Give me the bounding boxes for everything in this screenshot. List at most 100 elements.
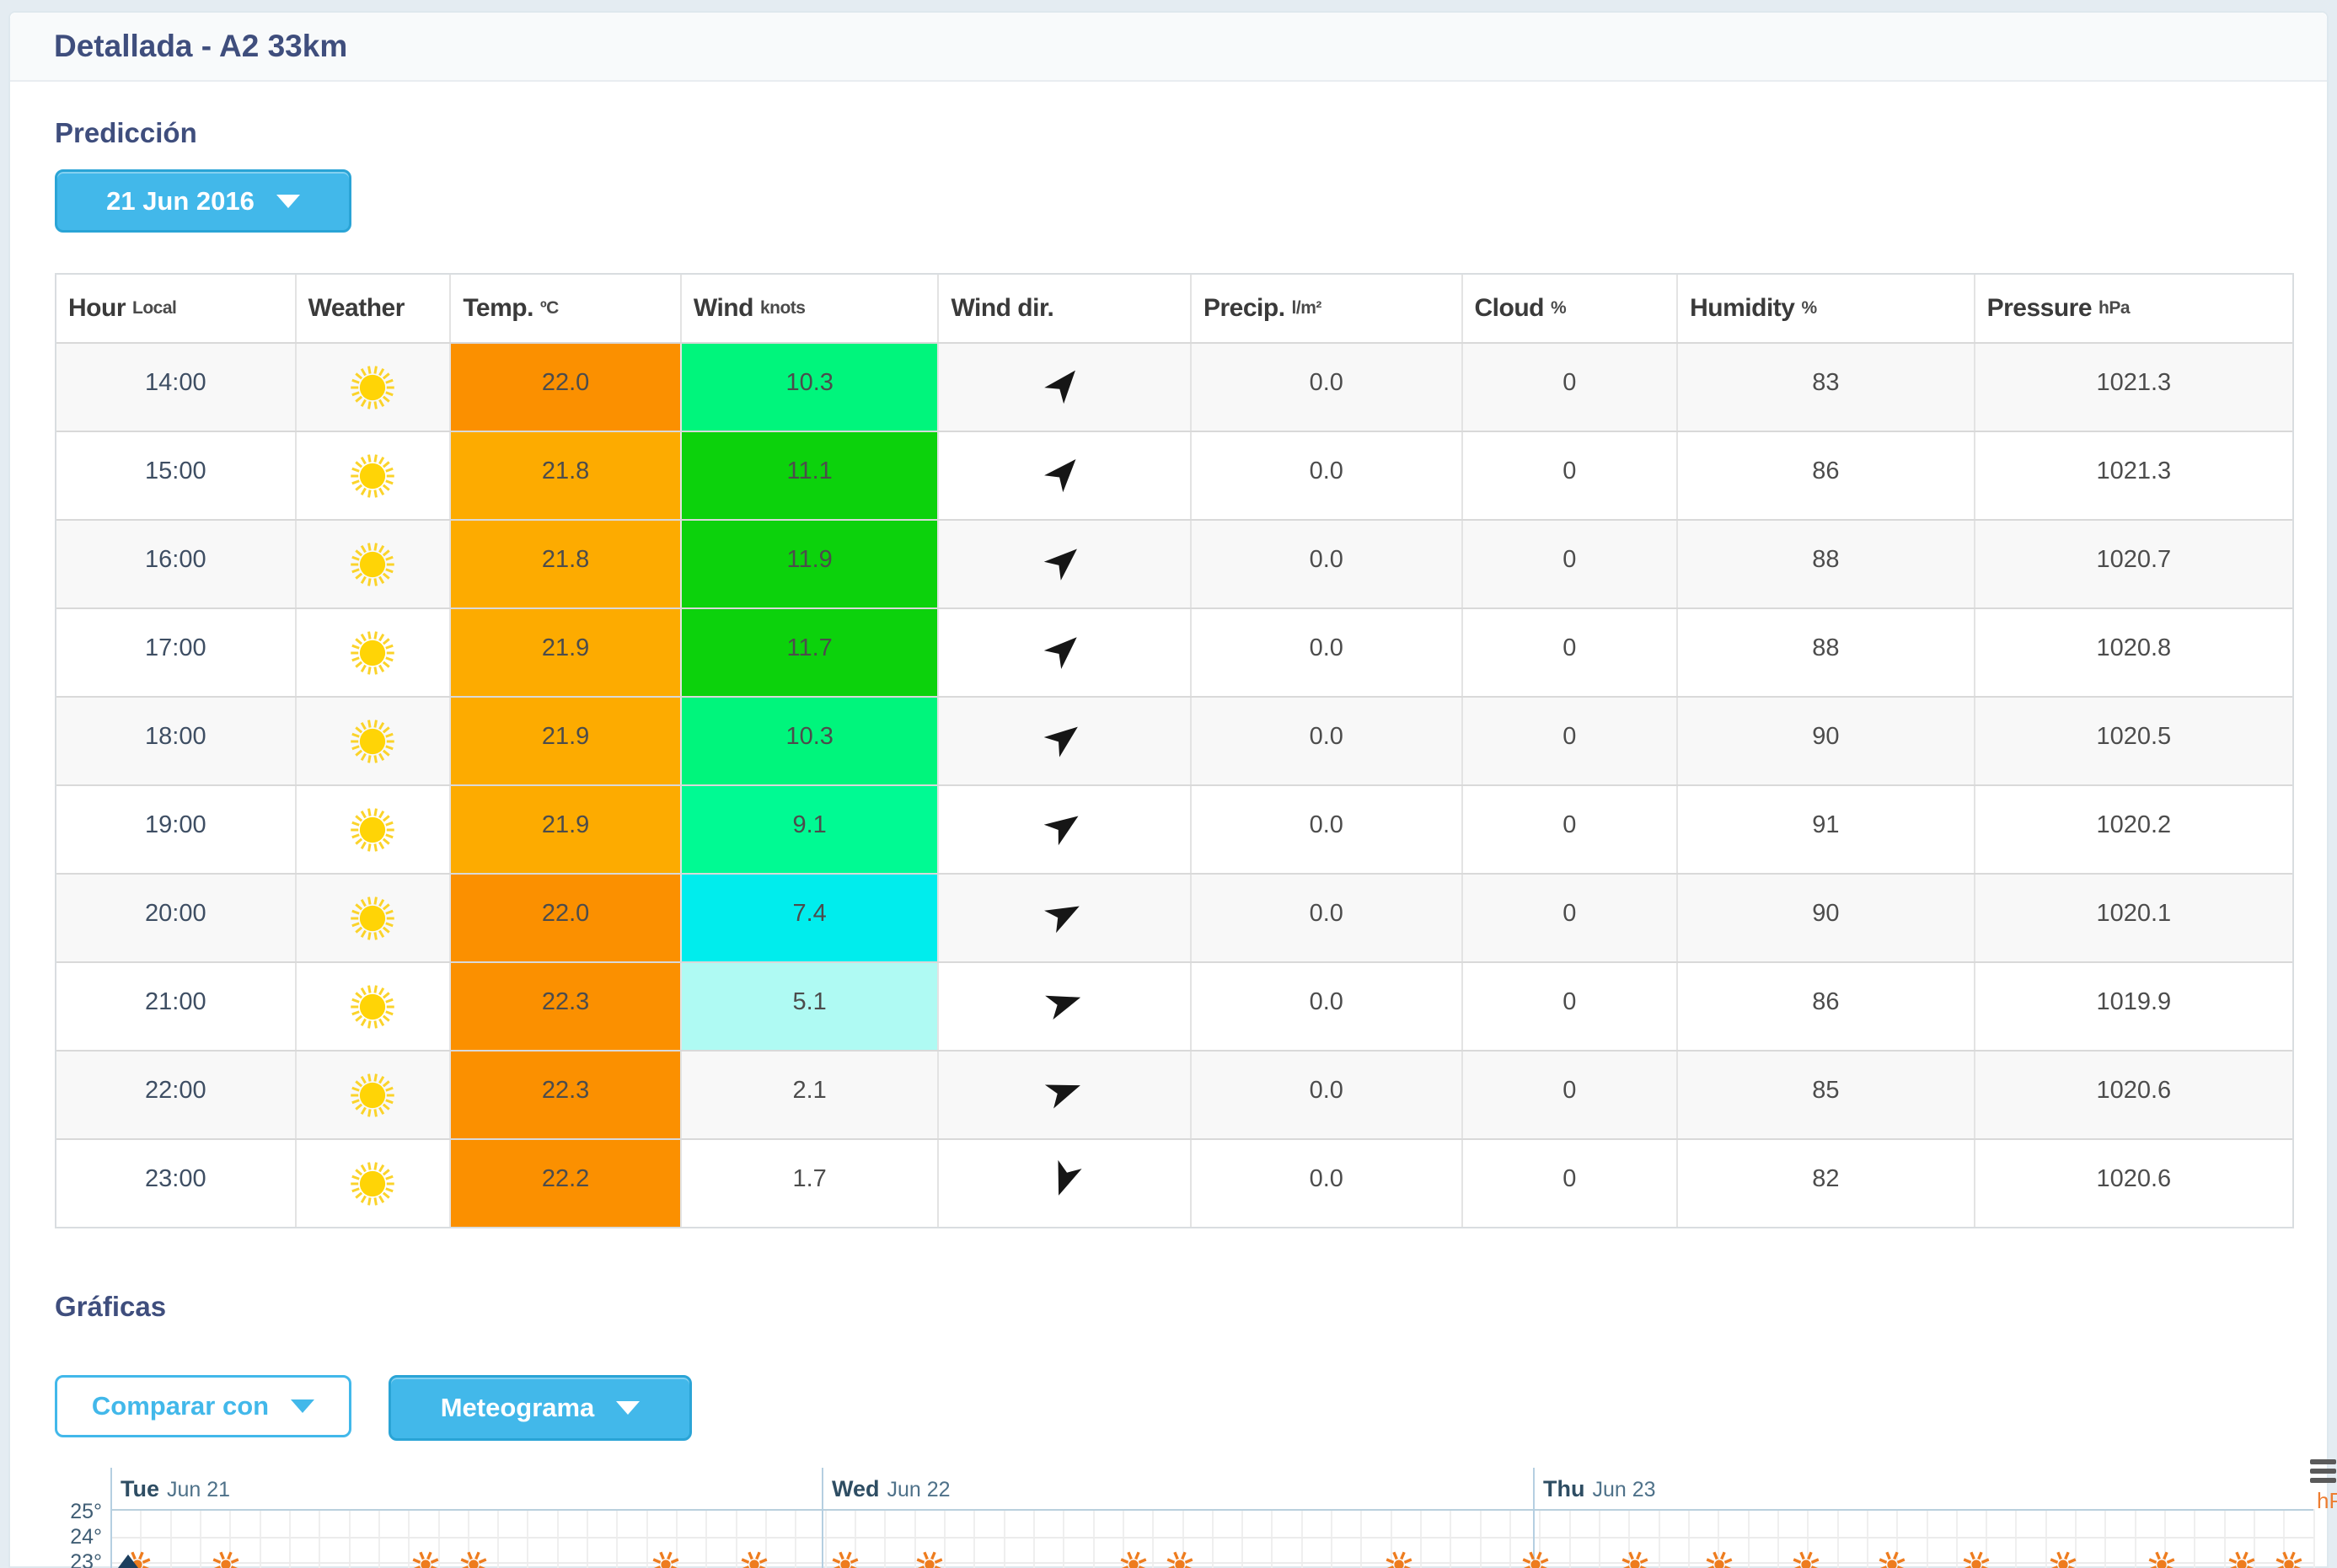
wind-direction-arrow-icon: [1037, 445, 1092, 500]
chart-weather-sun-marker: [830, 1549, 860, 1568]
panel-header: Detallada - A2 33km: [10, 13, 2327, 82]
wind-cell: 1.7: [680, 1140, 938, 1227]
hour-gridline: [1927, 1509, 1928, 1568]
table-row: 15:00 21.811.1 0.00861021.3: [56, 431, 2292, 519]
chart-weather-sun-marker: [458, 1549, 489, 1568]
wind-dir-cell: [937, 432, 1190, 519]
hour-gridline: [1688, 1509, 1690, 1568]
table-row: 19:00 21.99.1 0.00911020.2: [56, 784, 2292, 873]
humidity-cell: 86: [1676, 432, 1973, 519]
hour-cell: 23:00: [56, 1140, 295, 1227]
hour-gridline: [1777, 1509, 1779, 1568]
hour-gridline: [289, 1509, 291, 1568]
pressure-cell: 1020.5: [1974, 698, 2292, 784]
prediction-heading: Predicción: [55, 82, 2327, 149]
hour-gridline: [2313, 1509, 2315, 1568]
hour-gridline: [1599, 1509, 1600, 1568]
column-header-humidity: Humidity%: [1676, 275, 1973, 342]
weather-cell: [295, 1052, 450, 1138]
chart-menu-icon[interactable]: [2310, 1459, 2336, 1483]
date-dropdown-button[interactable]: 21 Jun 2016: [55, 169, 351, 233]
day-label: TueJun 21: [121, 1476, 230, 1502]
cloud-cell: 0: [1461, 698, 1677, 784]
hour-cell: 20:00: [56, 875, 295, 961]
sun-icon: [349, 1072, 396, 1119]
temp-cell: 21.9: [449, 698, 680, 784]
chart-weather-sun-marker: [410, 1549, 441, 1568]
sun-icon: [2274, 1549, 2304, 1568]
right-axis-label-hpa: hPa: [2317, 1488, 2337, 1514]
cloud-cell: 0: [1461, 786, 1677, 873]
sun-icon: [1165, 1549, 1195, 1568]
sun-icon: [458, 1549, 489, 1568]
table-row: 20:00 22.07.4 0.00901020.1: [56, 873, 2292, 961]
wind-cell: 7.4: [680, 875, 938, 961]
table-row: 14:00 22.010.3 0.00831021.3: [56, 342, 2292, 431]
chart-weather-sun-marker: [1877, 1549, 1907, 1568]
compare-with-dropdown-button[interactable]: Comparar con: [55, 1375, 351, 1437]
sun-icon: [349, 983, 396, 1030]
cloud-cell: 0: [1461, 432, 1677, 519]
meteogram-dropdown-button[interactable]: Meteograma: [389, 1375, 692, 1441]
wind-direction-arrow-icon: [1040, 1067, 1090, 1116]
weather-cell: [295, 875, 450, 961]
hour-gridline: [1420, 1509, 1422, 1568]
page: Detallada - A2 33km Predicción 21 Jun 20…: [0, 0, 2337, 1568]
column-header-temp: Temp.ºC: [449, 275, 680, 342]
humidity-cell: 90: [1676, 698, 1973, 784]
hour-gridline: [705, 1509, 707, 1568]
wind-dir-cell: [937, 963, 1190, 1050]
sun-icon: [349, 364, 396, 411]
hour-gridline: [527, 1509, 528, 1568]
sun-icon: [349, 452, 396, 500]
wind-direction-arrow-icon: [1040, 1155, 1090, 1205]
graph-buttons-row: Comparar con Meteograma: [55, 1375, 2327, 1441]
wind-cell: 10.3: [680, 698, 938, 784]
hour-gridline: [319, 1509, 320, 1568]
wind-dir-cell: [937, 344, 1190, 431]
wind-dir-cell: [937, 698, 1190, 784]
sun-icon: [1791, 1549, 1821, 1568]
wind-dir-cell: [937, 1140, 1190, 1227]
hour-gridline: [170, 1509, 172, 1568]
cloud-cell: 0: [1461, 344, 1677, 431]
sun-icon: [349, 1160, 396, 1207]
chart-weather-sun-marker: [2227, 1549, 2257, 1568]
compare-with-label: Comparar con: [92, 1391, 269, 1421]
hour-gridline: [1301, 1509, 1303, 1568]
column-header-cloud: Cloud%: [1461, 275, 1677, 342]
hour-gridline: [497, 1509, 499, 1568]
page-title: Detallada - A2 33km: [54, 29, 347, 64]
weather-cell: [295, 698, 450, 784]
sun-icon: [349, 541, 396, 588]
wind-cell: 11.1: [680, 432, 938, 519]
hour-gridline: [200, 1509, 201, 1568]
hour-gridline: [1569, 1509, 1571, 1568]
hour-gridline: [1033, 1509, 1035, 1568]
wind-cell: 11.9: [680, 521, 938, 607]
chevron-down-icon: [276, 195, 300, 208]
precip-cell: 0.0: [1190, 786, 1461, 873]
hour-gridline: [616, 1509, 618, 1568]
wind-dir-cell: [937, 786, 1190, 873]
weather-cell: [295, 432, 450, 519]
cloud-cell: 0: [1461, 609, 1677, 696]
gridline-24: [110, 1537, 2313, 1539]
hour-gridline: [557, 1509, 559, 1568]
humidity-cell: 90: [1676, 875, 1973, 961]
chart-weather-sun-marker: [651, 1549, 681, 1568]
weather-cell: [295, 609, 450, 696]
table-row: 18:00 21.910.3 0.00901020.5: [56, 696, 2292, 784]
temp-cell: 22.2: [449, 1140, 680, 1227]
chart-weather-sun-marker: [2274, 1549, 2304, 1568]
hour-gridline: [1956, 1509, 1958, 1568]
wind-cell: 2.1: [680, 1052, 938, 1138]
cloud-cell: 0: [1461, 521, 1677, 607]
sun-icon: [1877, 1549, 1907, 1568]
cloud-cell: 0: [1461, 1052, 1677, 1138]
forecast-table: HourLocalWeatherTemp.ºCWindknotsWind dir…: [55, 273, 2294, 1228]
sun-icon: [349, 806, 396, 854]
hour-gridline: [2104, 1509, 2106, 1568]
hour-cell: 17:00: [56, 609, 295, 696]
humidity-cell: 85: [1676, 1052, 1973, 1138]
